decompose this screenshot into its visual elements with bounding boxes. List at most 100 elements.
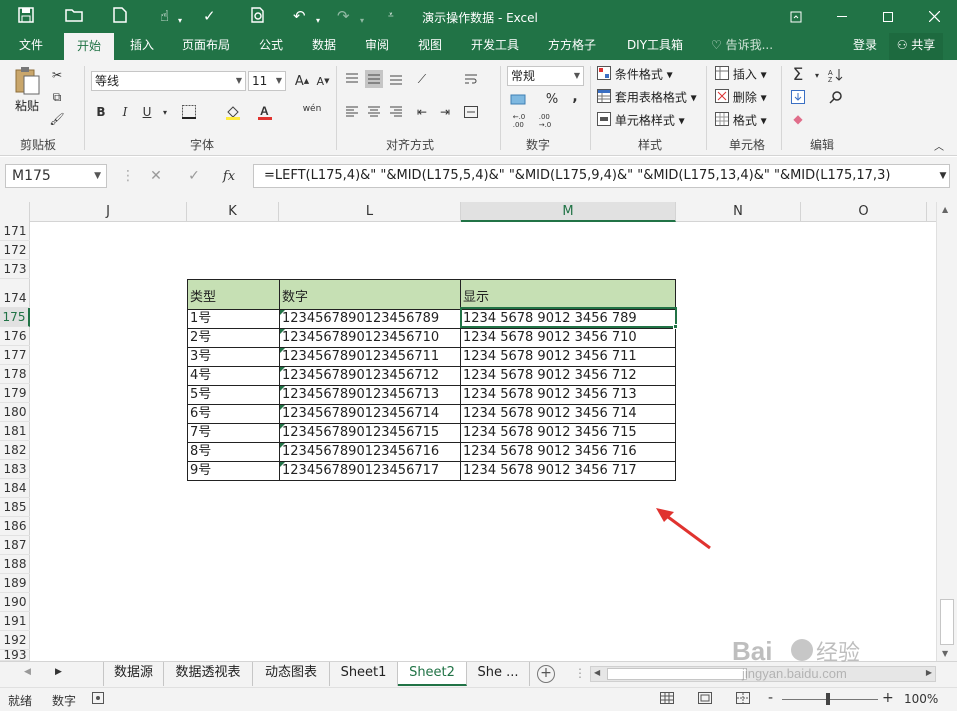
chevron-down-icon[interactable]: ▾	[178, 12, 182, 30]
tell-me-box[interactable]: ♡ 告诉我...	[706, 33, 778, 60]
tab-formulas[interactable]: 公式	[250, 33, 292, 60]
column-header-o[interactable]: O	[801, 202, 927, 222]
insert-function-button[interactable]: fx	[220, 167, 238, 185]
table-cell-number[interactable]: 1234567890123456717	[279, 461, 461, 481]
new-file-icon[interactable]	[113, 7, 127, 23]
tab-page-layout[interactable]: 页面布局	[173, 33, 239, 60]
table-header-display[interactable]: 显示	[460, 279, 676, 310]
conditional-format-button[interactable]: 条件格式 ▾	[597, 66, 673, 84]
autosum-dropdown-icon[interactable]: ▾	[808, 66, 826, 84]
scrollbar-thumb[interactable]	[940, 599, 954, 645]
table-cell-type[interactable]: 2号	[187, 328, 280, 348]
next-sheet-icon[interactable]: ▶	[55, 667, 62, 677]
zoom-slider-thumb[interactable]	[826, 693, 830, 705]
table-cell-display[interactable]: 1234 5678 9012 3456 716	[460, 442, 676, 462]
row-header[interactable]: 183	[0, 460, 30, 479]
percent-button[interactable]: %	[543, 90, 561, 108]
print-preview-icon[interactable]	[250, 7, 266, 23]
cell-styles-button[interactable]: 单元格样式 ▾	[597, 112, 685, 130]
sheet-tab[interactable]: Sheet1	[330, 662, 398, 686]
spellcheck-icon[interactable]: ✓	[203, 7, 216, 25]
find-select-icon[interactable]	[827, 88, 845, 106]
table-cell-number[interactable]: 1234567890123456715	[279, 423, 461, 443]
row-header[interactable]: 186	[0, 517, 30, 536]
font-name-select[interactable]: 等线 ▼	[91, 71, 246, 91]
shrink-font-icon[interactable]: A ▼	[314, 72, 332, 90]
table-cell-type[interactable]: 1号	[187, 309, 280, 329]
tab-data[interactable]: 数据	[303, 33, 345, 60]
wrap-text-icon[interactable]	[462, 70, 480, 88]
phonetic-icon[interactable]: wén	[300, 100, 324, 118]
enter-icon[interactable]: ✓	[185, 167, 203, 185]
minimize-button[interactable]	[819, 0, 865, 33]
ribbon-display-icon[interactable]	[773, 0, 819, 33]
page-layout-view-icon[interactable]	[698, 692, 712, 707]
table-cell-type[interactable]: 6号	[187, 404, 280, 424]
prev-sheet-icon[interactable]: ◀	[24, 667, 31, 677]
sheet-tab[interactable]: 数据源	[103, 662, 164, 686]
row-header[interactable]: 191	[0, 612, 30, 631]
worksheet-grid[interactable]: J K L M N O 171 172 173 174 175 176 177 …	[0, 202, 957, 661]
column-header-k[interactable]: K	[187, 202, 279, 222]
horizontal-scrollbar-thumb[interactable]	[607, 668, 747, 680]
column-header-m[interactable]: M	[461, 202, 676, 222]
redo-dropdown-icon[interactable]: ▾	[360, 12, 364, 30]
row-header[interactable]: 192	[0, 631, 30, 650]
scroll-up-icon[interactable]: ▲	[942, 205, 948, 214]
align-bottom-icon[interactable]	[387, 70, 405, 88]
row-header[interactable]: 178	[0, 365, 30, 384]
sheet-tab[interactable]: 动态图表	[253, 662, 330, 686]
row-header[interactable]: 193	[0, 650, 30, 661]
format-cells-button[interactable]: 格式 ▾	[715, 112, 767, 130]
redo-icon[interactable]: ↷	[337, 7, 350, 25]
table-cell-type[interactable]: 3号	[187, 347, 280, 367]
align-middle-icon[interactable]	[365, 70, 383, 88]
delete-cells-button[interactable]: 删除 ▾	[715, 89, 767, 107]
table-header-number[interactable]: 数字	[279, 279, 461, 310]
scroll-left-icon[interactable]: ◀	[594, 668, 600, 677]
tab-review[interactable]: 审阅	[356, 33, 398, 60]
format-as-table-button[interactable]: 套用表格格式 ▾	[597, 89, 697, 107]
autosum-icon[interactable]: Σ	[789, 65, 807, 85]
row-header[interactable]: 185	[0, 498, 30, 517]
vertical-scrollbar[interactable]: ▲ ▼	[936, 202, 957, 661]
share-button[interactable]: ⚇ 共享	[889, 33, 943, 60]
copy-icon[interactable]: ⧉	[48, 88, 66, 106]
table-cell-number[interactable]: 1234567890123456789	[279, 309, 461, 329]
expand-formula-icon[interactable]: ▼	[934, 167, 952, 185]
row-header[interactable]: 174	[0, 279, 30, 308]
login-link[interactable]: 登录	[843, 33, 887, 60]
fill-icon[interactable]	[789, 88, 807, 106]
tab-fangfang[interactable]: 方方格子	[539, 33, 605, 60]
row-header[interactable]: 181	[0, 422, 30, 441]
merge-center-icon[interactable]	[462, 103, 480, 121]
table-header-type[interactable]: 类型	[187, 279, 280, 310]
row-header[interactable]: 180	[0, 403, 30, 422]
comma-style-button[interactable]: ,	[566, 88, 584, 106]
align-center-icon[interactable]	[365, 103, 383, 121]
table-cell-display[interactable]: 1234 5678 9012 3456 714	[460, 404, 676, 424]
select-all-corner[interactable]	[0, 202, 30, 222]
paste-button[interactable]: 粘贴	[12, 66, 42, 114]
macro-record-icon[interactable]	[92, 692, 104, 707]
table-cell-display[interactable]: 1234 5678 9012 3456 789	[460, 309, 676, 329]
row-header[interactable]: 182	[0, 441, 30, 460]
row-header[interactable]: 187	[0, 536, 30, 555]
table-cell-number[interactable]: 1234567890123456714	[279, 404, 461, 424]
zoom-in-button[interactable]: +	[882, 690, 894, 706]
table-cell-type[interactable]: 9号	[187, 461, 280, 481]
table-cell-display[interactable]: 1234 5678 9012 3456 713	[460, 385, 676, 405]
table-cell-display[interactable]: 1234 5678 9012 3456 717	[460, 461, 676, 481]
chevron-down-icon[interactable]: ▼	[94, 165, 101, 187]
sheet-tab[interactable]: She ...	[467, 662, 530, 686]
borders-icon[interactable]	[180, 103, 198, 121]
insert-cells-button[interactable]: 插入 ▾	[715, 66, 767, 84]
zoom-slider-track[interactable]	[782, 699, 878, 700]
increase-decimal-icon[interactable]: ←.0.00	[508, 112, 530, 130]
table-cell-display[interactable]: 1234 5678 9012 3456 715	[460, 423, 676, 443]
table-cell-number[interactable]: 1234567890123456716	[279, 442, 461, 462]
sort-filter-icon[interactable]: AZ	[827, 66, 845, 84]
underline-button[interactable]: U	[138, 103, 156, 121]
column-header-j[interactable]: J	[30, 202, 187, 222]
row-header[interactable]: 179	[0, 384, 30, 403]
